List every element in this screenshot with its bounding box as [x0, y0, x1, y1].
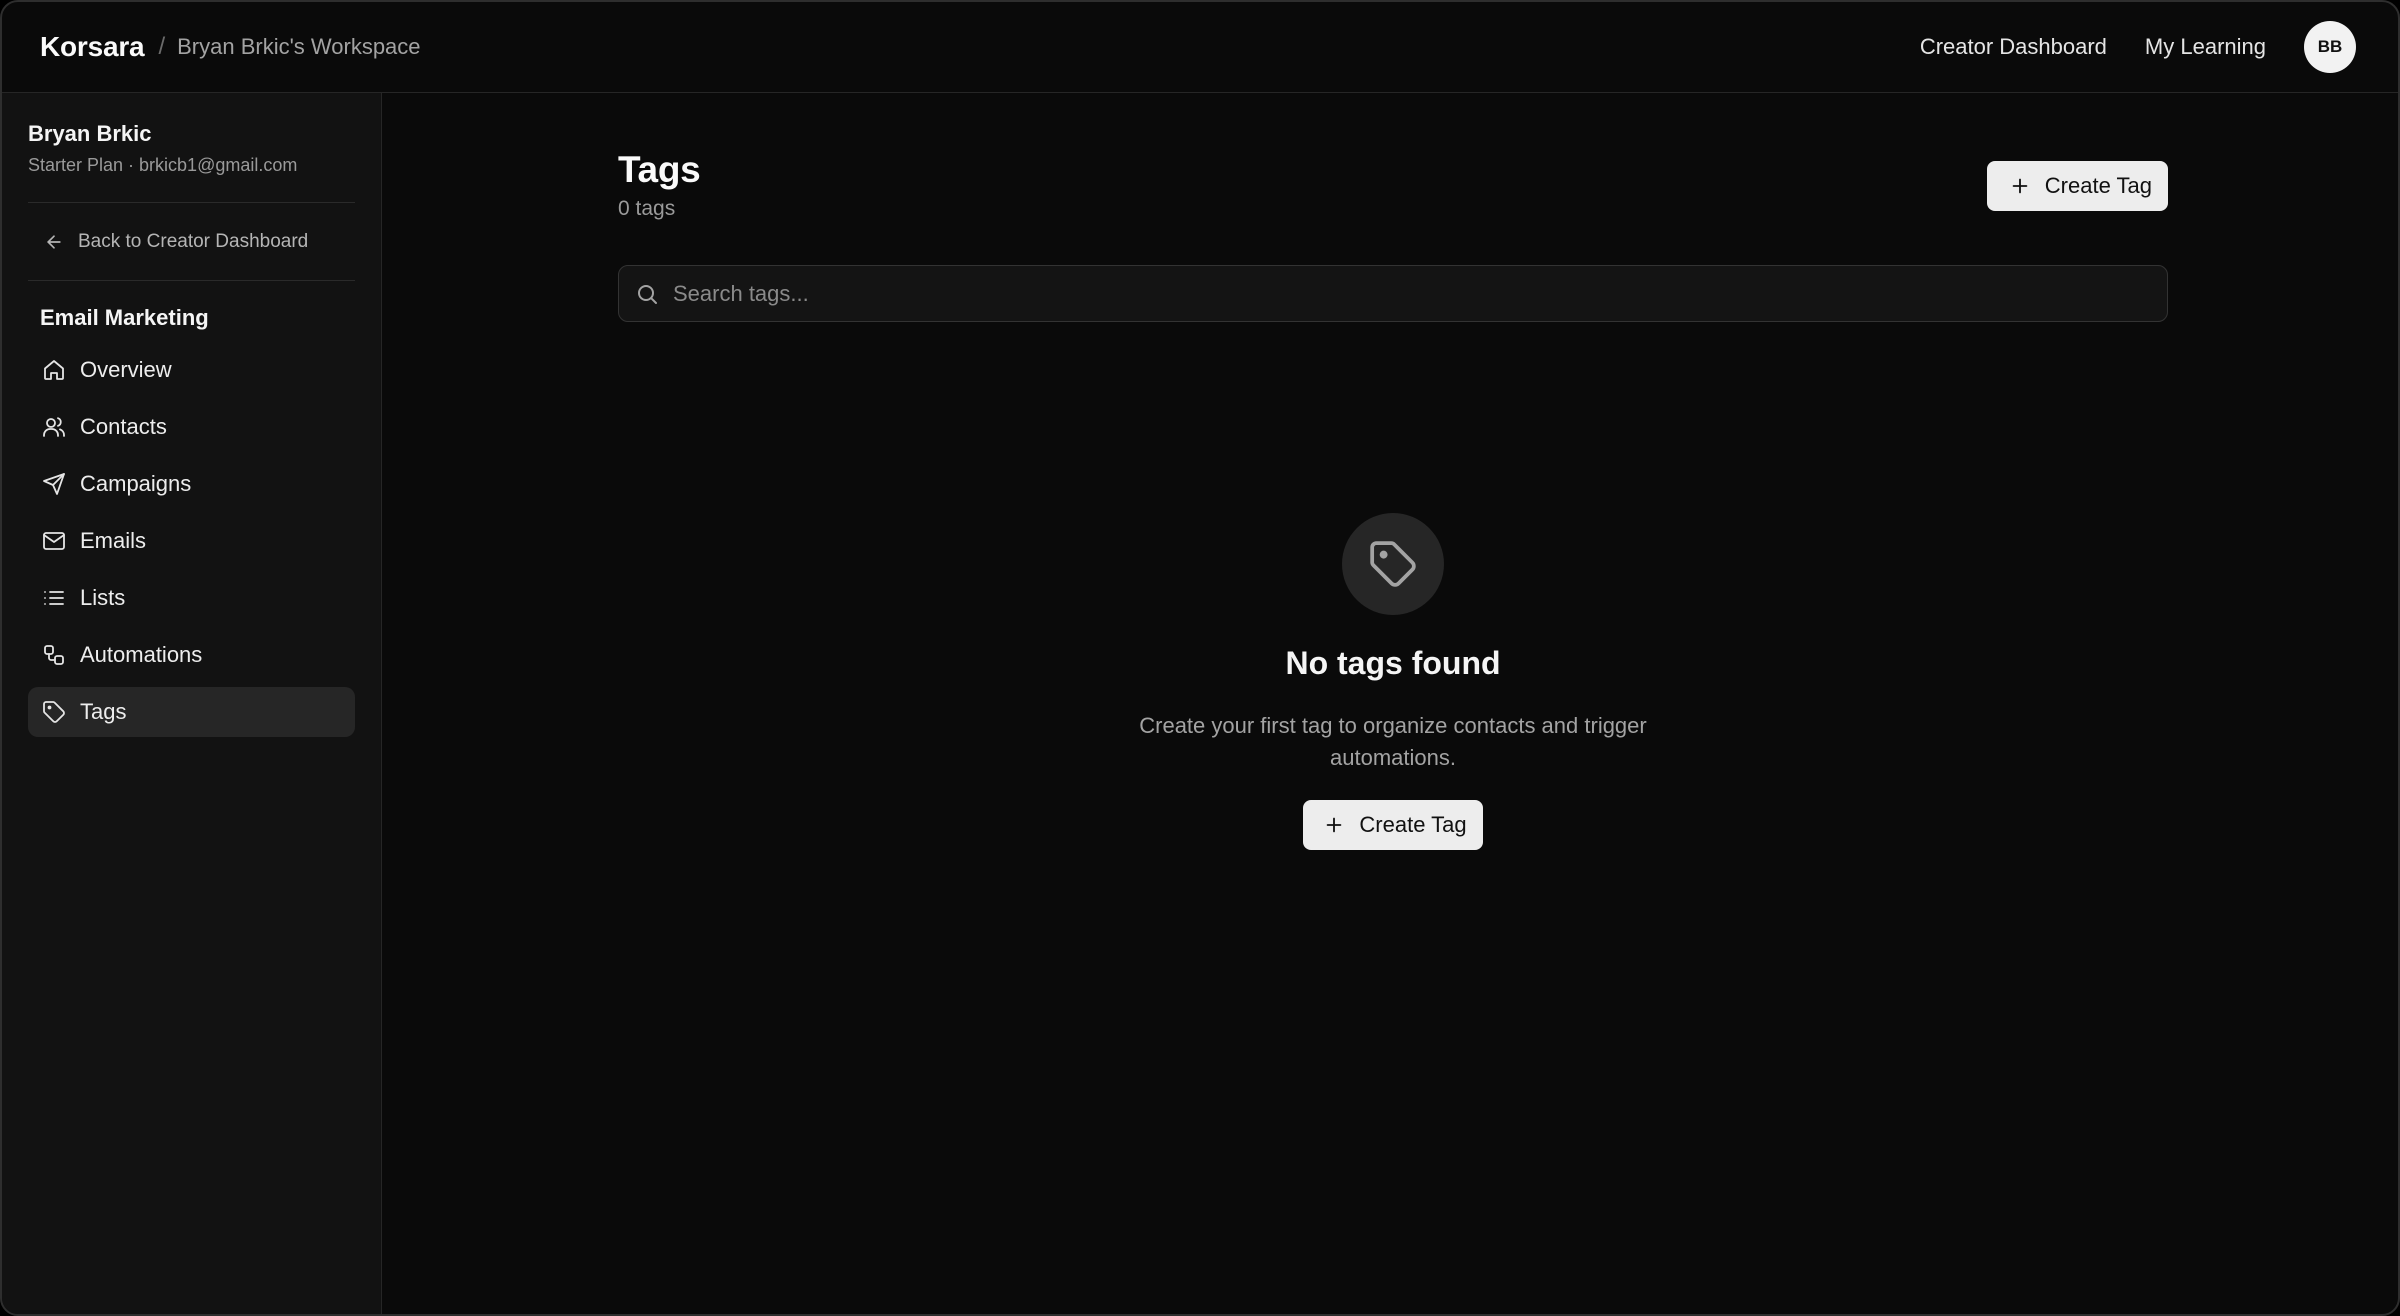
app-window: Korsara / Bryan Brkic's Workspace Creato… — [0, 0, 2400, 1316]
plus-icon — [1327, 817, 1342, 833]
back-to-dashboard-link[interactable]: Back to Creator Dashboard — [28, 203, 355, 281]
sidebar-item-campaigns[interactable]: Campaigns — [28, 459, 355, 509]
back-link-label: Back to Creator Dashboard — [78, 230, 309, 252]
empty-state-icon-circle — [1342, 513, 1444, 615]
page-title: Tags — [618, 149, 701, 190]
sidebar-item-lists[interactable]: Lists — [28, 573, 355, 623]
empty-state: No tags found Create your first tag to o… — [618, 513, 2168, 850]
users-icon — [43, 417, 65, 437]
search-bar — [618, 265, 2168, 322]
mail-icon — [43, 532, 65, 550]
sidebar-item-emails[interactable]: Emails — [28, 516, 355, 566]
create-tag-button[interactable]: Create Tag — [1986, 161, 2168, 211]
sidebar-item-automations[interactable]: Automations — [28, 630, 355, 680]
user-name: Bryan Brkic — [28, 121, 152, 146]
creator-dashboard-link[interactable]: Creator Dashboard — [1920, 34, 2107, 60]
empty-state-create-tag-button[interactable]: Create Tag — [1303, 800, 1483, 850]
plus-icon — [2012, 178, 2028, 194]
sidebar-nav: Overview Contacts Campaigns Emails Lists… — [28, 345, 355, 737]
sidebar-item-overview[interactable]: Overview — [28, 345, 355, 395]
avatar[interactable]: BB — [2304, 21, 2356, 73]
user-info: Bryan Brkic Starter Plan · brkicb1@gmail… — [28, 93, 355, 203]
list-icon — [44, 591, 64, 605]
empty-state-title: No tags found — [1285, 645, 1501, 681]
breadcrumb-separator: / — [158, 33, 166, 60]
sidebar-item-label: Lists — [80, 585, 126, 610]
search-icon — [638, 284, 657, 304]
sidebar-item-label: Tags — [80, 699, 127, 724]
tag-icon — [1370, 541, 1416, 587]
top-nav: Creator Dashboard My Learning BB — [1882, 21, 2360, 73]
tag-icon — [43, 701, 65, 723]
arrow-left-icon — [47, 234, 61, 249]
send-icon — [43, 473, 65, 495]
my-learning-link[interactable]: My Learning — [2145, 34, 2266, 60]
search-input[interactable] — [673, 280, 2167, 307]
empty-state-description: Create your first tag to organize contac… — [1139, 713, 1647, 770]
sidebar: Bryan Brkic Starter Plan · brkicb1@gmail… — [2, 93, 382, 1314]
sidebar-item-contacts[interactable]: Contacts — [28, 402, 355, 452]
sidebar-item-tags[interactable]: Tags — [28, 687, 355, 737]
create-tag-label: Create Tag — [2044, 173, 2152, 198]
sidebar-item-label: Contacts — [80, 414, 167, 439]
sidebar-item-label: Overview — [80, 357, 172, 382]
sidebar-item-label: Campaigns — [80, 471, 192, 496]
section-title: Email Marketing — [40, 305, 209, 330]
top-bar: Korsara / Bryan Brkic's Workspace Creato… — [2, 2, 2398, 93]
sidebar-item-label: Automations — [80, 642, 203, 667]
tag-count: 0 tags — [618, 197, 676, 220]
brand-logo[interactable]: Korsara — [40, 31, 145, 63]
user-plan-email: Starter Plan · brkicb1@gmail.com — [28, 155, 298, 175]
main-content: Tags 0 tags Create Tag No tags found Cre… — [382, 93, 2398, 1314]
empty-state-button-label: Create Tag — [1359, 812, 1467, 837]
workspace-name[interactable]: Bryan Brkic's Workspace — [177, 34, 420, 60]
workflow-icon — [44, 645, 64, 665]
home-icon — [44, 360, 64, 380]
sidebar-item-label: Emails — [80, 528, 147, 553]
